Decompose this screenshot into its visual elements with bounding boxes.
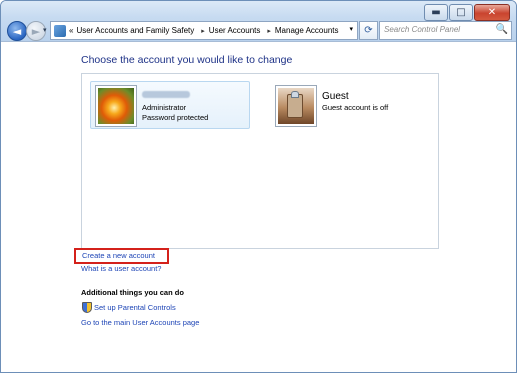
account-status: Password protected <box>142 113 209 122</box>
main-user-accounts-link[interactable]: Go to the main User Accounts page <box>81 318 199 327</box>
account-name: Guest <box>322 91 349 102</box>
search-input[interactable]: Search Control Panel 🔍 <box>379 21 512 40</box>
close-button[interactable]: ✕ <box>474 4 510 21</box>
breadcrumb-user-accounts[interactable]: User Accounts <box>209 26 261 35</box>
account-tile-administrator[interactable]: Administrator Password protected <box>90 81 250 129</box>
address-bar[interactable]: « User Accounts and Family Safety ▸ User… <box>50 21 358 40</box>
shield-icon <box>82 302 92 313</box>
additional-things-heading: Additional things you can do <box>81 288 184 297</box>
account-info: Administrator Password protected <box>142 91 208 128</box>
back-button[interactable]: ◄ <box>7 21 27 41</box>
recent-pages-dropdown[interactable]: ▾ <box>43 26 47 34</box>
breadcrumb-user-accounts-family-safety[interactable]: User Accounts and Family Safety <box>76 26 194 35</box>
breadcrumb-separator-icon[interactable]: ▸ <box>201 27 205 35</box>
window-controls: ▬ □ ✕ <box>423 4 510 21</box>
breadcrumb-separator-icon[interactable]: ▸ <box>267 27 271 35</box>
minimize-button[interactable]: ▬ <box>424 4 448 21</box>
what-is-user-account-link[interactable]: What is a user account? <box>81 264 161 273</box>
control-panel-icon <box>54 24 66 37</box>
parental-controls-link[interactable]: Set up Parental Controls <box>94 303 176 312</box>
search-icon[interactable]: 🔍 <box>496 24 508 35</box>
title-bar: ▬ □ ✕ ◄ ► ▾ « User Accounts and Family S… <box>1 1 516 42</box>
refresh-button[interactable]: ⟳ <box>359 21 378 40</box>
page-title: Choose the account you would like to cha… <box>81 54 293 66</box>
maximize-button[interactable]: □ <box>449 4 473 21</box>
account-status: Guest account is off <box>322 103 389 112</box>
control-panel-window: ▬ □ ✕ ◄ ► ▾ « User Accounts and Family S… <box>0 0 517 373</box>
account-type: Administrator <box>142 103 187 112</box>
create-new-account-link[interactable]: Create a new account <box>74 248 169 264</box>
address-dropdown-icon[interactable]: ▾ <box>349 25 353 33</box>
account-info: Guest Guest account is off <box>322 91 388 128</box>
search-placeholder: Search Control Panel <box>384 25 461 34</box>
account-tile-guest[interactable]: Guest Guest account is off <box>270 81 430 129</box>
breadcrumb-manage-accounts[interactable]: Manage Accounts <box>275 26 339 35</box>
accounts-list: Administrator Password protected Guest G… <box>81 73 439 249</box>
breadcrumb-overflow[interactable]: « <box>69 26 73 35</box>
briefcase-avatar-icon <box>276 86 316 126</box>
account-name-redacted <box>142 91 190 98</box>
flower-avatar-icon <box>96 86 136 126</box>
